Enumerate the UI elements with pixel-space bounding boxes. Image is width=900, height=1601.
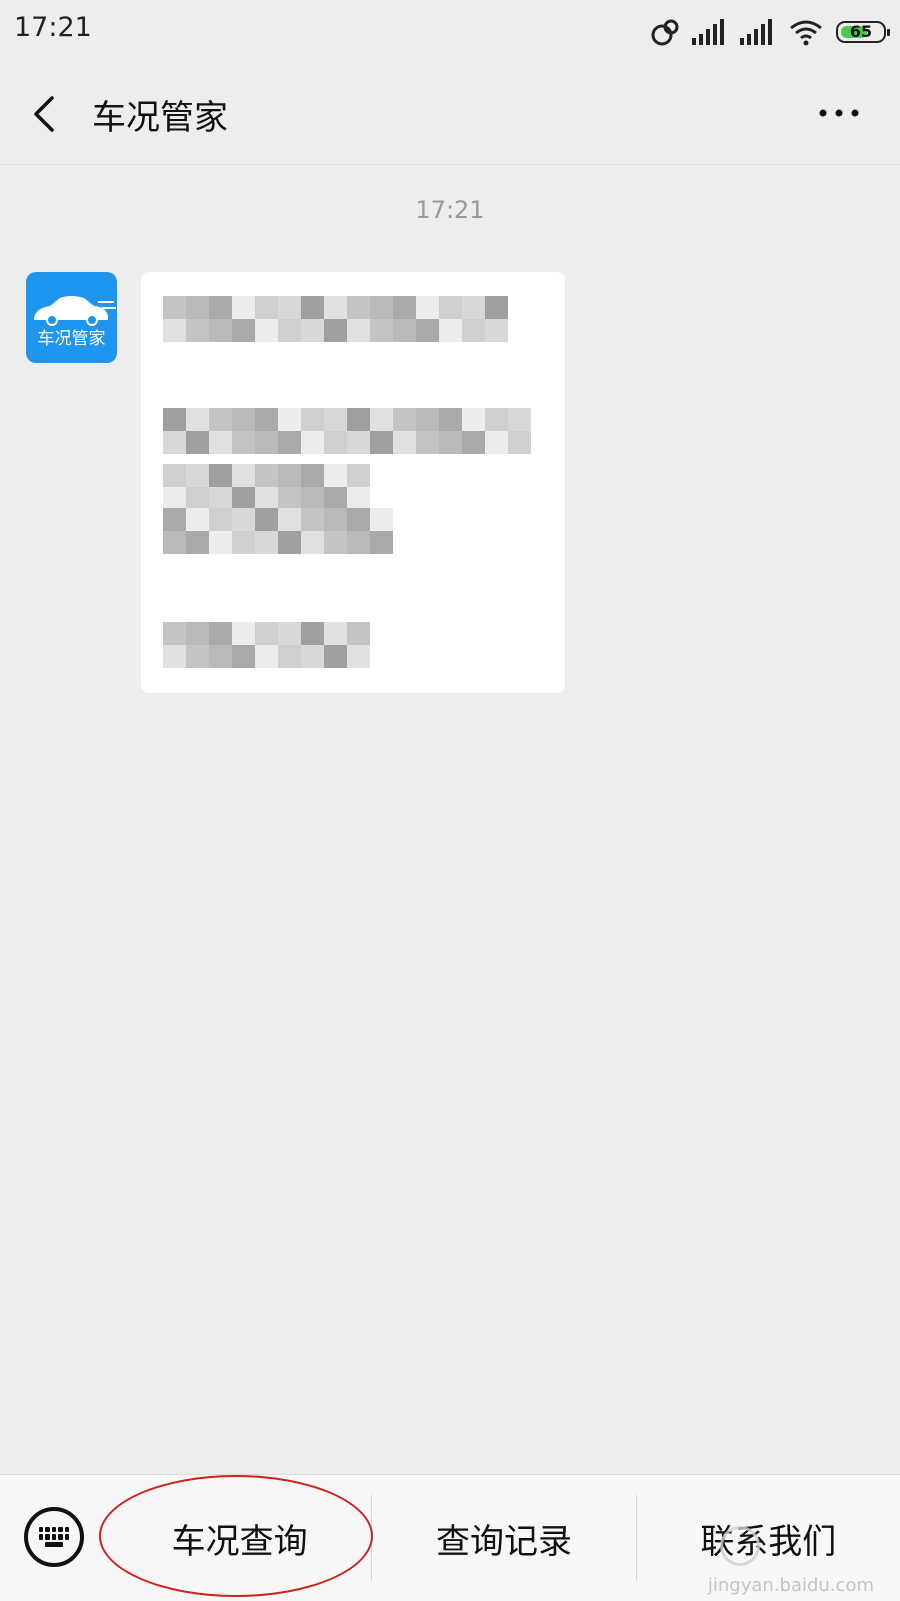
chevron-left-icon[interactable] (26, 92, 66, 136)
signal-icon (692, 19, 724, 45)
pixelated-row (163, 645, 370, 668)
status-icons: 65 (650, 14, 890, 50)
message-timestamp: 17:21 (415, 196, 485, 224)
signal-icon (740, 19, 772, 45)
pixelated-row (163, 464, 370, 487)
wifi-icon (790, 20, 822, 46)
keyboard-icon[interactable] (24, 1507, 84, 1567)
status-bar: 17:21 65 (0, 0, 900, 64)
pixelated-row (163, 487, 370, 510)
pixelated-row (163, 296, 508, 319)
menu-item-query-history[interactable]: 查询记录 (372, 1475, 635, 1601)
link-icon (651, 19, 679, 46)
pixelated-row (163, 508, 393, 531)
message-bubble[interactable] (141, 272, 565, 693)
avatar[interactable]: 车况管家 (26, 272, 117, 363)
more-icon[interactable] (814, 100, 864, 126)
chat-header: 车况管家 (0, 64, 900, 165)
status-time: 17:21 (14, 12, 92, 43)
battery-icon: 65 (836, 21, 890, 43)
pixelated-row (163, 531, 393, 554)
menu-items: 车况查询 查询记录 联系我们 (108, 1475, 900, 1601)
battery-percent: 65 (849, 22, 873, 41)
pixelated-row (163, 408, 531, 431)
page-title: 车况管家 (92, 98, 228, 138)
menu-item-vehicle-query[interactable]: 车况查询 (108, 1475, 371, 1601)
pixelated-row (163, 319, 508, 342)
menu-item-contact-us[interactable]: 联系我们 (637, 1475, 900, 1601)
pixelated-row (163, 622, 370, 645)
avatar-label: 车况管家 (37, 329, 106, 349)
bottom-menu-bar: 车况查询 查询记录 联系我们 (0, 1474, 900, 1601)
pixelated-row (163, 431, 531, 454)
